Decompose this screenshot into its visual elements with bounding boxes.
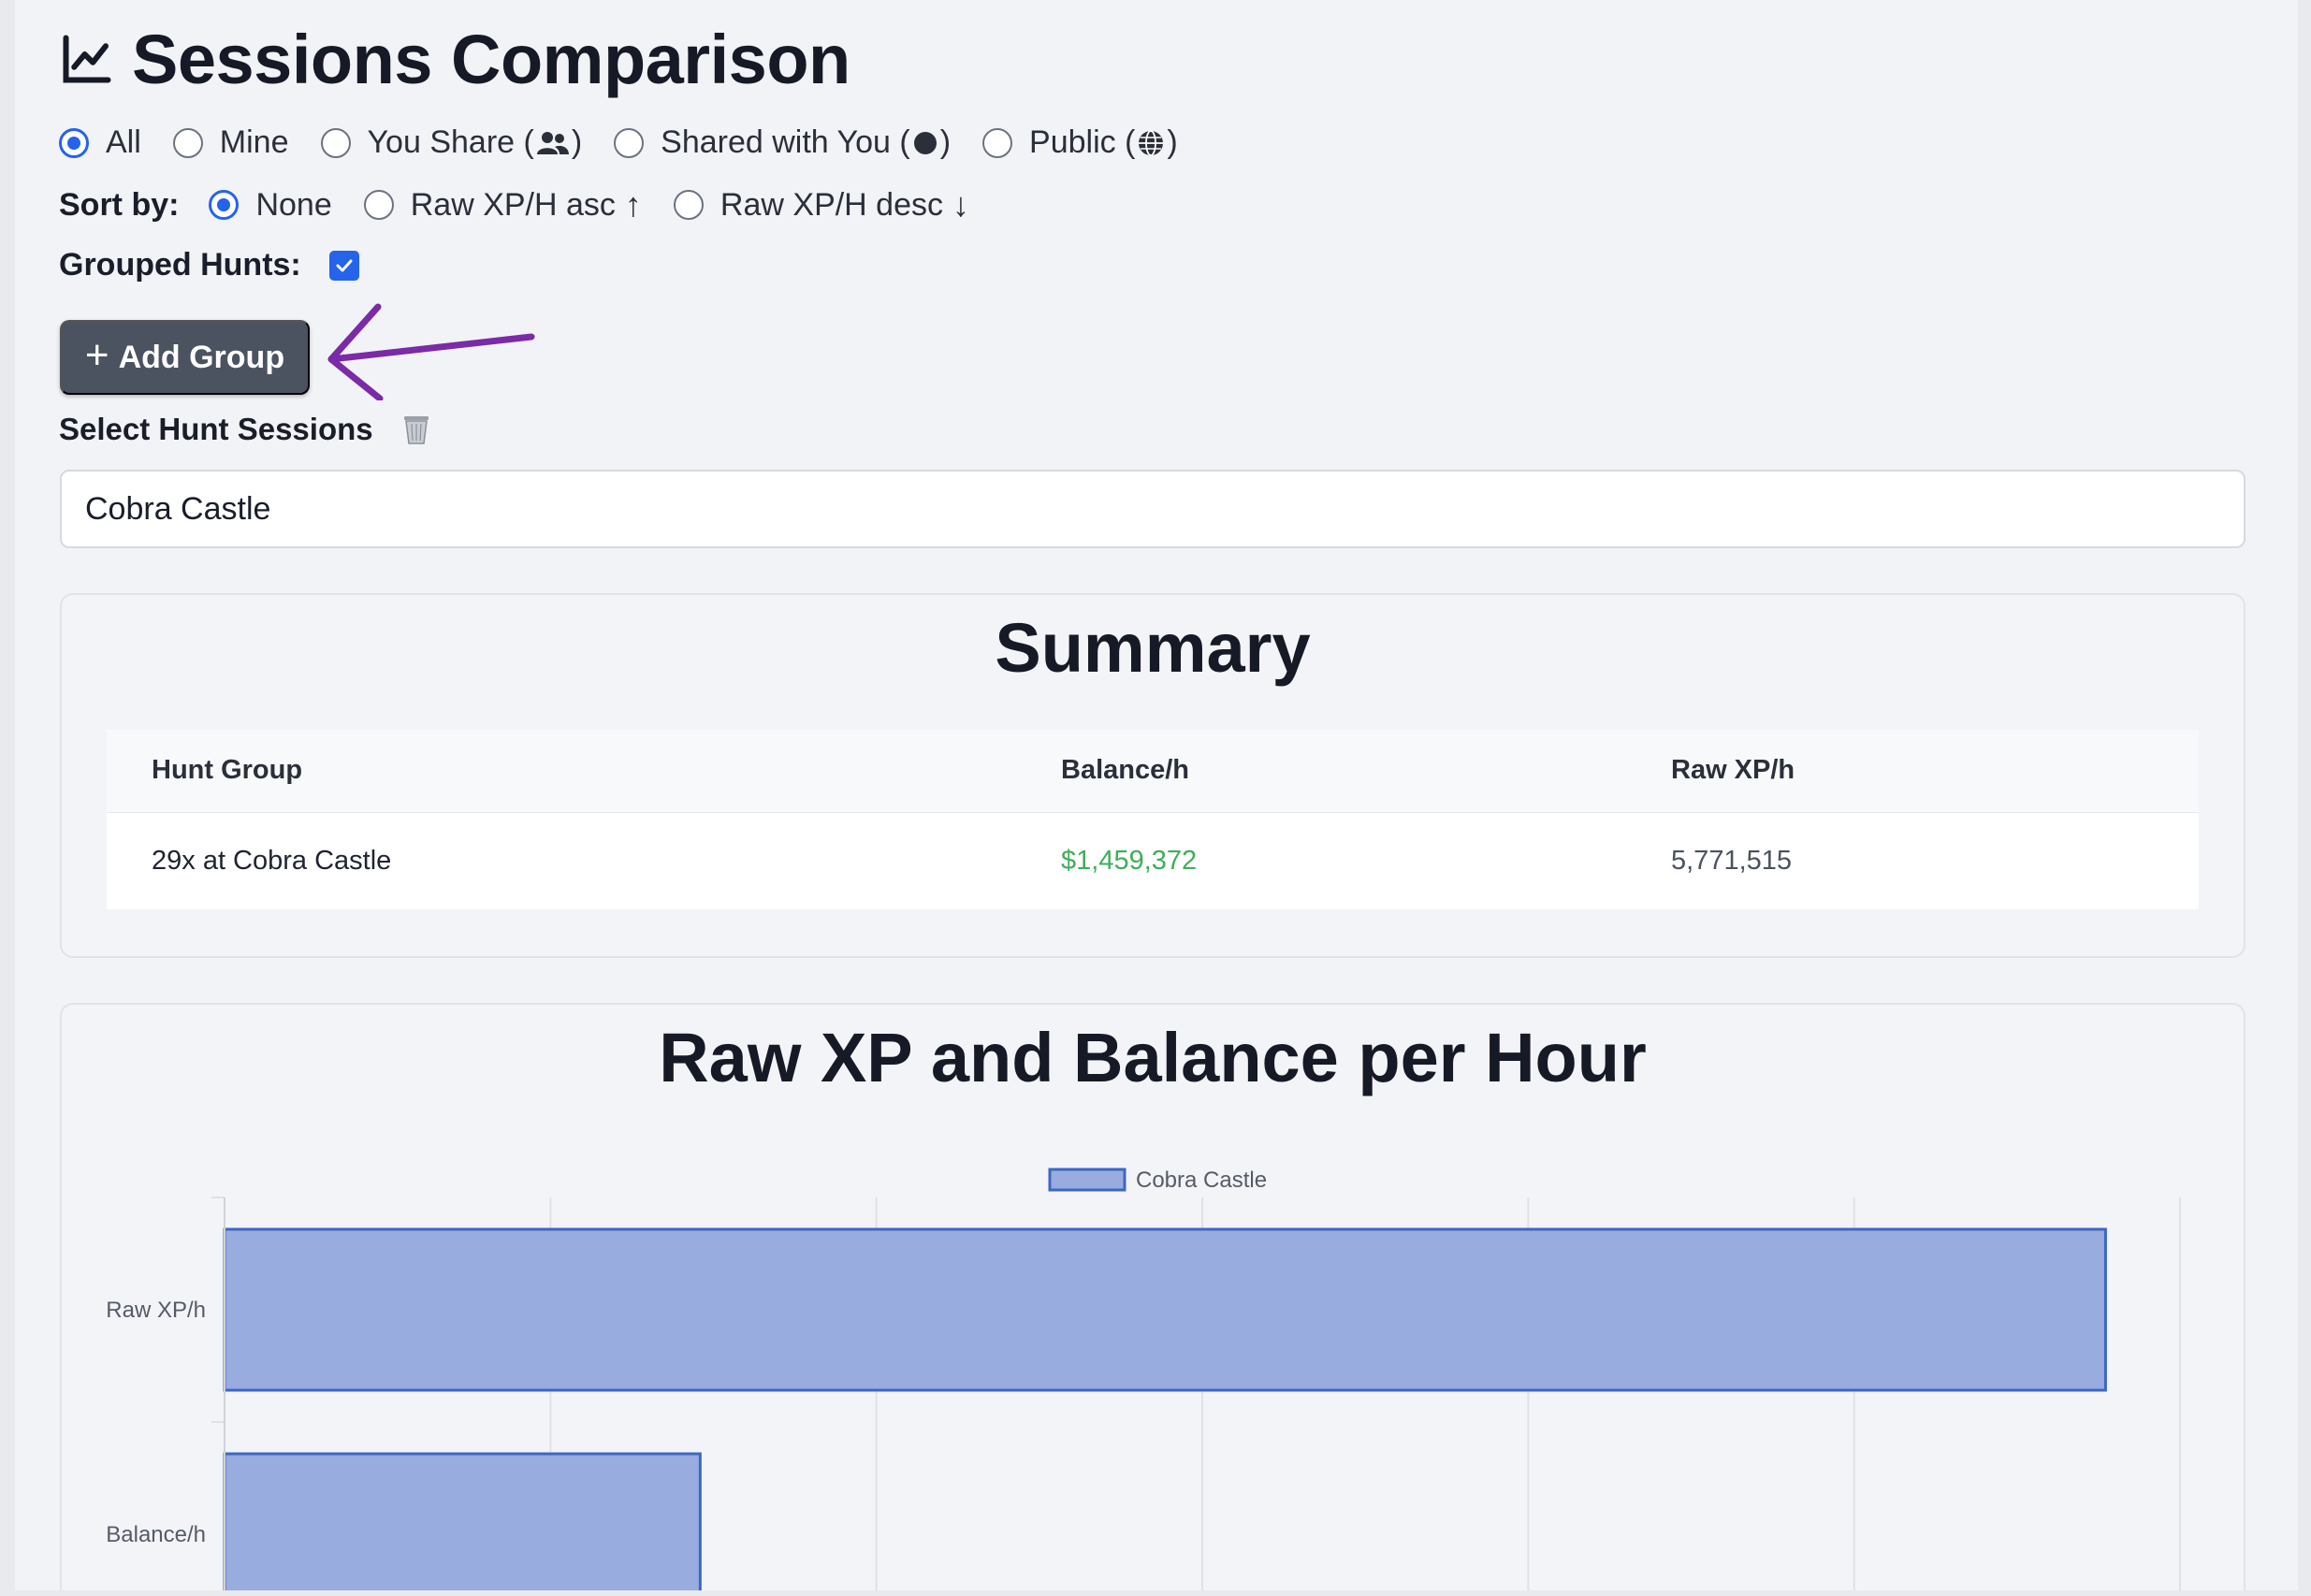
summary-table: Hunt Group Balance/h Raw XP/h 29x at Cob… [107, 730, 2199, 909]
users-icon [536, 131, 569, 154]
summary-card: Summary Hunt Group Balance/h Raw XP/h 29… [60, 593, 2246, 958]
page-title: Sessions Comparison [132, 20, 850, 98]
grouped-hunts-checkbox[interactable] [328, 250, 359, 281]
ownership-filter: All Mine You Share ( ) Shared with You (… [59, 124, 1210, 161]
arrow-up-icon: ↑ [624, 185, 642, 224]
header-raw-xp: Raw XP/h [1626, 730, 2199, 812]
filter-mine-label: Mine [219, 124, 289, 160]
select-sessions-row: Select Hunt Sessions [59, 412, 431, 447]
grouped-hunts-row: Grouped Hunts: [59, 247, 359, 283]
bar-raw-xp-h [223, 1227, 2107, 1392]
hunt-sessions-select[interactable]: Cobra Castle [60, 470, 2246, 548]
cell-hunt-group: 29x at Cobra Castle [107, 811, 1016, 909]
sort-asc-label: Raw XP/H asc [410, 186, 616, 223]
sort-asc-radio[interactable]: Raw XP/H asc ↑ [363, 185, 642, 225]
check-icon [336, 259, 353, 271]
filter-public-suffix: ) [1167, 124, 1178, 160]
chart-card: Raw XP and Balance per Hour Cobra Castle… [60, 1003, 2246, 1590]
sort-none-radio[interactable]: None [209, 186, 332, 224]
filter-shared-with-you-radio[interactable]: Shared with You ( ) [614, 124, 951, 161]
sort-desc-radio[interactable]: Raw XP/H desc ↓ [673, 185, 970, 225]
globe-icon [1139, 129, 1164, 156]
cell-balance: $1,459,372 [1016, 811, 1626, 909]
cell-raw-xp: 5,771,515 [1626, 811, 2199, 909]
filter-all-radio[interactable]: All [59, 124, 141, 161]
header-balance: Balance/h [1016, 730, 1626, 812]
filter-public-radio[interactable]: Public ( ) [982, 124, 1178, 161]
circle-icon [913, 131, 937, 154]
sort-options: Sort by: None Raw XP/H asc ↑ Raw XP/H de… [59, 185, 1001, 225]
filter-all-label: All [106, 124, 141, 160]
category-label: Balance/h [106, 1522, 206, 1547]
trash-icon[interactable] [401, 414, 431, 445]
select-sessions-label: Select Hunt Sessions [59, 412, 373, 446]
bar-balance-h [223, 1452, 702, 1590]
plus-icon: + [84, 332, 109, 378]
bar-chart: Cobra Castle Raw XP/h Balance/h [106, 1168, 2181, 1590]
radio-circle[interactable] [673, 190, 704, 220]
filter-you-share-radio[interactable]: You Share ( ) [320, 124, 583, 161]
filter-you-share-label: You Share ( [367, 124, 534, 160]
selected-session-value: Cobra Castle [85, 490, 271, 527]
legend-swatch [1048, 1168, 1126, 1192]
table-header-row: Hunt Group Balance/h Raw XP/h [107, 730, 2199, 812]
radio-circle[interactable] [172, 127, 203, 158]
filter-shared-with-you-suffix: ) [939, 124, 952, 160]
filter-public-label: Public ( [1029, 124, 1136, 160]
table-row: 29x at Cobra Castle $1,459,372 5,771,515 [107, 811, 2199, 909]
add-group-label: Add Group [118, 339, 285, 375]
radio-circle[interactable] [982, 127, 1013, 158]
annotation-arrow-icon [327, 303, 535, 400]
arrow-down-icon: ↓ [952, 185, 970, 224]
filter-you-share-suffix: ) [571, 124, 583, 160]
radio-circle[interactable] [59, 127, 89, 158]
header-hunt-group: Hunt Group [107, 730, 1016, 812]
sort-none-label: None [255, 186, 332, 223]
add-group-button[interactable]: + Add Group [60, 320, 310, 395]
filter-shared-with-you-label: Shared with You ( [661, 124, 910, 160]
radio-circle[interactable] [209, 190, 240, 220]
page: Sessions Comparison All Mine You Share (… [15, 0, 2298, 1590]
title-row: Sessions Comparison [59, 17, 850, 101]
radio-circle[interactable] [320, 127, 351, 158]
summary-title: Summary [995, 609, 1311, 687]
grouped-hunts-label: Grouped Hunts: [59, 247, 301, 283]
sort-desc-label: Raw XP/H desc [719, 186, 944, 223]
chart-line-icon [63, 35, 111, 83]
radio-circle[interactable] [614, 127, 645, 158]
sort-label: Sort by: [59, 186, 180, 223]
category-label: Raw XP/h [106, 1298, 206, 1323]
filter-mine-radio[interactable]: Mine [172, 124, 289, 161]
legend-label: Cobra Castle [1136, 1168, 1267, 1193]
radio-circle[interactable] [363, 190, 394, 220]
